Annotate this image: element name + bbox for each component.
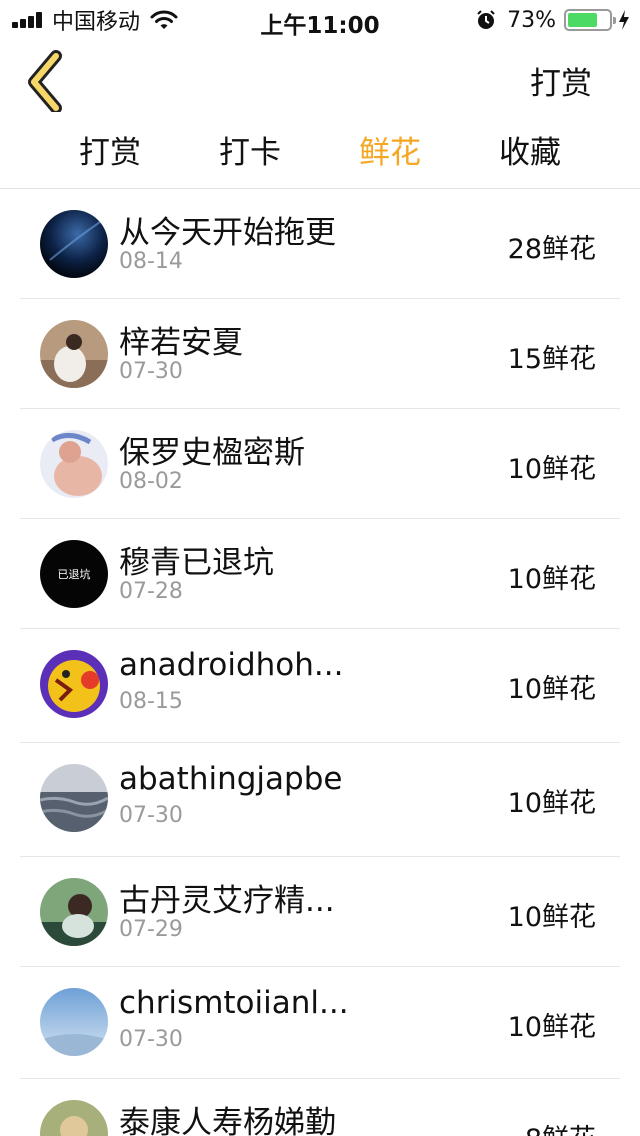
avatar: [40, 650, 108, 718]
tab-bar: 打赏 打卡 鲜花 收藏: [0, 120, 640, 188]
row-date: 07-28: [119, 579, 183, 604]
battery-fill: [568, 13, 598, 27]
flower-count: 15鲜花: [507, 344, 596, 375]
row-date: 08-02: [119, 469, 183, 494]
flower-count: 10鲜花: [507, 1012, 596, 1043]
row-date: 07-30: [119, 1027, 183, 1052]
list-item[interactable]: chrismtoiianl... 07-30 10鲜花: [0, 967, 640, 1079]
tab-checkin[interactable]: 打卡: [180, 120, 320, 188]
list-item[interactable]: anadroidhoh... 08-15 10鲜花: [0, 629, 640, 743]
avatar: [40, 1100, 108, 1136]
user-name: anadroidhoh...: [119, 647, 344, 683]
avatar: [40, 320, 108, 388]
user-name: 古丹灵艾疗精...: [119, 883, 335, 919]
list-item[interactable]: 泰康人寿杨娣勤 8鲜花: [0, 1079, 640, 1136]
flower-count: 10鲜花: [507, 674, 596, 705]
row-date: 08-14: [119, 249, 183, 274]
list-item[interactable]: 保罗史楹密斯 08-02 10鲜花: [0, 409, 640, 519]
alarm-icon: [477, 10, 495, 29]
avatar: [40, 210, 108, 278]
row-date: 07-29: [119, 917, 183, 942]
user-name: 梓若安夏: [119, 325, 243, 361]
flower-count: 10鲜花: [507, 902, 596, 933]
user-name: 穆青已退坑: [119, 545, 274, 581]
avatar: [40, 988, 108, 1056]
user-name: abathingjapbe: [119, 761, 343, 797]
user-name: chrismtoiianl...: [119, 985, 349, 1021]
row-date: 07-30: [119, 359, 183, 384]
user-name: 保罗史楹密斯: [119, 435, 305, 471]
avatar: [40, 878, 108, 946]
row-date: 08-15: [119, 689, 183, 714]
flower-count: 8鲜花: [525, 1117, 596, 1136]
status-bar: 中国移动 上午11:00 73%: [0, 0, 640, 40]
flower-count: 10鲜花: [507, 454, 596, 485]
status-right: 73%: [475, 6, 630, 34]
list-item[interactable]: 古丹灵艾疗精... 07-29 10鲜花: [0, 857, 640, 967]
list-item[interactable]: 梓若安夏 07-30 15鲜花: [0, 299, 640, 409]
list-item[interactable]: 已退坑 穆青已退坑 07-28 10鲜花: [0, 519, 640, 629]
nav-bar: 打赏: [0, 40, 640, 120]
list-item[interactable]: 从今天开始拖更 08-14 28鲜花: [0, 189, 640, 299]
flower-count: 10鲜花: [507, 788, 596, 819]
avatar: 已退坑: [40, 540, 108, 608]
avatar-text: 已退坑: [58, 567, 91, 581]
chevron-left-icon: [28, 50, 62, 114]
charging-bolt-icon: [619, 10, 629, 30]
user-name: 从今天开始拖更: [119, 215, 336, 251]
back-button[interactable]: [22, 48, 72, 114]
user-name: 泰康人寿杨娣勤: [119, 1105, 336, 1136]
flower-list: 从今天开始拖更 08-14 28鲜花 梓若安夏 07-30 15鲜花 保罗史楹密…: [0, 189, 640, 1136]
tab-reward[interactable]: 打赏: [40, 120, 180, 188]
tab-flowers[interactable]: 鲜花: [320, 120, 460, 188]
tab-favorites[interactable]: 收藏: [460, 120, 600, 188]
flower-count: 10鲜花: [507, 564, 596, 595]
reward-button[interactable]: 打赏: [530, 58, 592, 103]
battery-percent: 73%: [507, 7, 556, 33]
avatar: [40, 764, 108, 832]
flower-count: 28鲜花: [507, 234, 596, 265]
row-date: 07-30: [119, 803, 183, 828]
list-item[interactable]: abathingjapbe 07-30 10鲜花: [0, 743, 640, 857]
avatar: [40, 430, 108, 498]
battery-icon: [564, 9, 616, 31]
